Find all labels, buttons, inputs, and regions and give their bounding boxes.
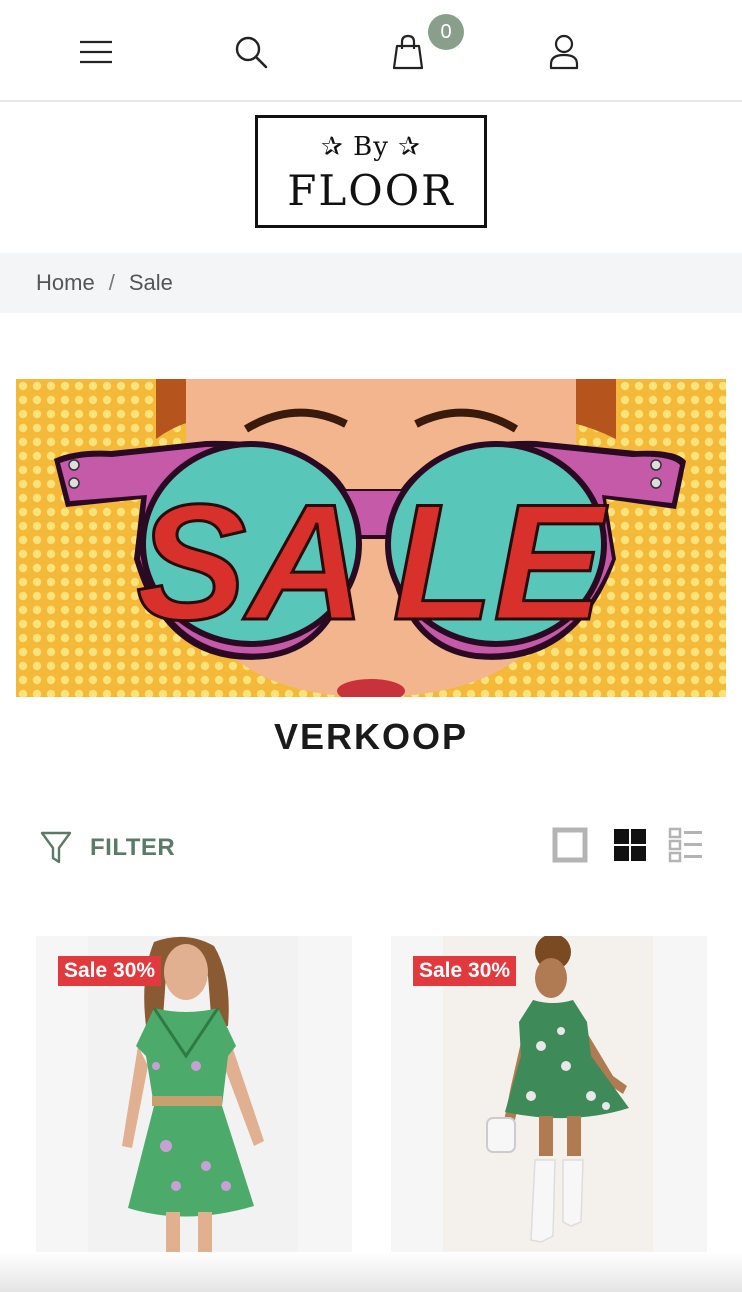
breadcrumb: Home / Sale xyxy=(0,253,742,313)
sale-badge: Sale 30% xyxy=(58,956,162,986)
menu-button[interactable] xyxy=(74,30,118,74)
single-view-button[interactable] xyxy=(552,827,588,863)
search-icon xyxy=(235,36,268,69)
logo-tagline: ✰ By ✰ xyxy=(321,131,421,162)
search-button[interactable] xyxy=(229,30,273,74)
grid-view-button[interactable] xyxy=(612,827,648,863)
store-logo[interactable]: ✰ By ✰ FLOOR xyxy=(255,115,487,228)
filter-icon xyxy=(40,831,72,864)
product-card[interactable]: Sale 30% xyxy=(391,936,707,1252)
banner-text-right: LE xyxy=(393,470,609,654)
shopping-bag-icon xyxy=(392,34,424,70)
sale-banner-illustration: SA LE xyxy=(16,379,726,697)
cart-count-badge: 0 xyxy=(428,14,464,50)
bottom-scroll-fade xyxy=(0,1252,742,1292)
banner-text-left: SA xyxy=(136,470,365,654)
page-title: VERKOOP xyxy=(273,716,469,757)
user-icon xyxy=(549,34,579,70)
logo-name: FLOOR xyxy=(287,165,455,215)
sale-badge: Sale 30% xyxy=(413,956,517,986)
filter-button[interactable]: FILTER xyxy=(40,828,175,868)
breadcrumb-current: Sale xyxy=(128,270,173,295)
breadcrumb-home-link[interactable]: Home xyxy=(36,270,95,296)
account-button[interactable] xyxy=(542,30,586,74)
menu-icon xyxy=(80,40,112,64)
grid-view-icon xyxy=(614,829,646,861)
single-view-icon xyxy=(552,827,588,863)
sale-banner: SA LE xyxy=(16,379,726,697)
top-navigation: 0 xyxy=(0,0,742,102)
list-view-icon xyxy=(668,827,702,863)
filter-label: FILTER xyxy=(90,834,176,861)
product-card[interactable]: Sale 30% xyxy=(36,936,352,1252)
breadcrumb-separator: / xyxy=(108,270,115,295)
cart-button[interactable] xyxy=(386,30,430,74)
list-view-button[interactable] xyxy=(668,827,704,863)
